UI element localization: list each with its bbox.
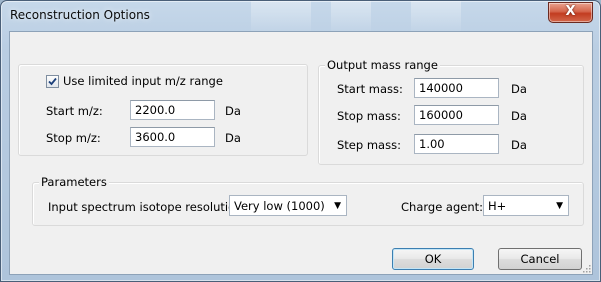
start-mz-unit: Da (225, 104, 241, 118)
stop-mz-unit: Da (225, 131, 241, 145)
parameters-group: Parameters Input spectrum isotope resolu… (32, 175, 584, 226)
title-bar-glass (251, 1, 311, 31)
output-mass-range-legend: Output mass range (325, 58, 440, 72)
input-range-group: Use limited input m/z range Start m/z: 2… (18, 64, 308, 156)
ok-button[interactable]: OK (392, 248, 474, 270)
charge-agent-label: Charge agent: (401, 200, 484, 214)
window-title: Reconstruction Options (10, 8, 150, 22)
title-bar-glass (331, 1, 371, 31)
stop-mass-input[interactable]: 160000 (414, 105, 499, 125)
stop-mass-label: Stop mass: (337, 109, 401, 123)
step-mass-input[interactable]: 1.00 (414, 134, 499, 154)
stop-mz-label: Stop m/z: (46, 131, 101, 145)
start-mass-unit: Da (511, 82, 527, 96)
stop-mass-unit: Da (511, 109, 527, 123)
isotope-resolution-label: Input spectrum isotope resolution: (48, 200, 247, 214)
start-mass-input[interactable]: 140000 (414, 78, 499, 98)
stop-mz-input[interactable]: 3600.0 (130, 127, 215, 147)
resize-grip-icon[interactable] (581, 263, 591, 273)
chevron-down-icon: ▼ (556, 201, 563, 211)
charge-agent-select[interactable]: H+ ▼ (483, 195, 569, 216)
chevron-down-icon: ▼ (334, 201, 341, 211)
isotope-resolution-select[interactable]: Very low (1000) ▼ (229, 195, 347, 216)
parameters-legend: Parameters (39, 175, 109, 189)
output-mass-range-group: Output mass range Start mass: 140000 Da … (318, 58, 584, 165)
step-mass-unit: Da (511, 138, 527, 152)
charge-agent-value: H+ (488, 199, 507, 213)
use-limited-range-checkbox[interactable] (46, 75, 59, 88)
dialog-window: Reconstruction Options X Use limited inp… (0, 0, 601, 282)
start-mz-label: Start m/z: (46, 104, 103, 118)
start-mass-label: Start mass: (337, 82, 403, 96)
title-bar[interactable]: Reconstruction Options X (1, 1, 600, 31)
use-limited-range-label[interactable]: Use limited input m/z range (63, 74, 223, 88)
dialog-client-area: Use limited input m/z range Start m/z: 2… (9, 31, 593, 275)
step-mass-label: Step mass: (337, 138, 401, 152)
checkmark-icon (48, 77, 57, 86)
close-button[interactable]: X (548, 2, 593, 23)
cancel-button[interactable]: Cancel (498, 248, 582, 270)
close-icon: X (565, 4, 576, 19)
start-mz-input[interactable]: 2200.0 (130, 100, 215, 120)
isotope-resolution-value: Very low (1000) (234, 199, 325, 213)
title-bar-glass (411, 1, 461, 31)
